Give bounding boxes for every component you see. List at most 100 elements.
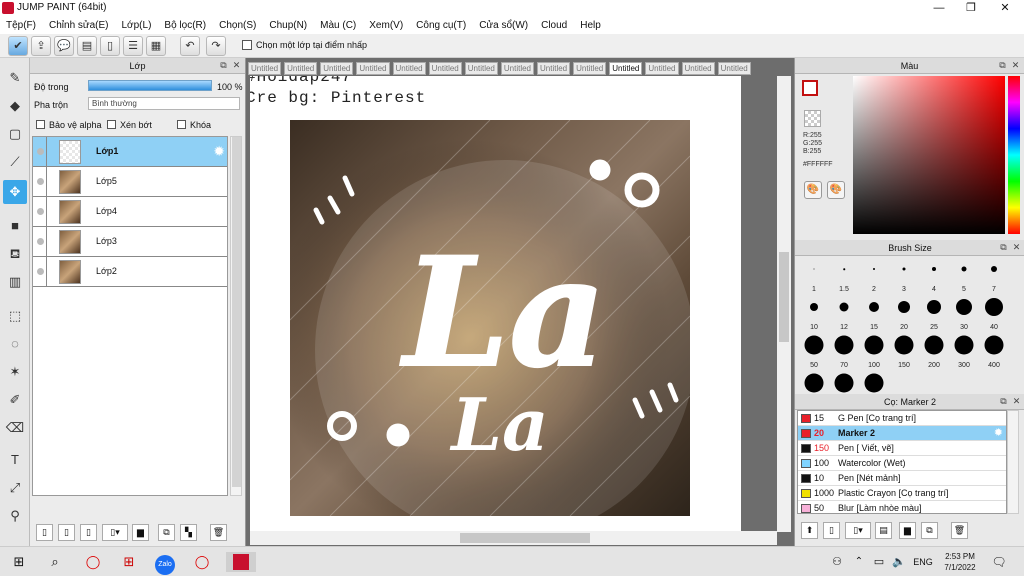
clipping-checkbox[interactable] xyxy=(107,120,116,129)
gear-icon[interactable]: ✹ xyxy=(213,143,225,160)
brush-size-cell[interactable]: 70 xyxy=(829,334,859,372)
panel-float-icon[interactable]: ⧉ xyxy=(997,60,1008,71)
layer-row[interactable]: Lớp2 xyxy=(33,257,227,287)
lasso-select-icon[interactable]: ◌ xyxy=(3,332,27,356)
tray-arrow-icon[interactable]: ⌃ xyxy=(848,552,870,572)
document-tab-active[interactable]: Untitled xyxy=(609,61,643,75)
visibility-icon[interactable] xyxy=(37,238,44,245)
opera-browser-icon[interactable]: ◯ xyxy=(191,552,213,572)
palette-icon[interactable]: 🎨 xyxy=(804,181,822,199)
menu-color[interactable]: Màu (C) xyxy=(320,20,356,31)
brush-page-icon[interactable]: ▯ xyxy=(823,522,840,539)
brush-size-cell[interactable]: 1.5 xyxy=(829,258,859,296)
new-raster-layer-icon[interactable]: ▯ xyxy=(58,524,75,541)
document-tab[interactable]: Untitled xyxy=(356,61,390,75)
page-icon[interactable]: ▯ xyxy=(100,36,120,56)
layer-row[interactable]: Lớp5 xyxy=(33,167,227,197)
brush-size-cell[interactable]: 150 xyxy=(889,334,919,372)
brush-size-cell[interactable]: 2 xyxy=(859,258,889,296)
transparent-color-swatch[interactable] xyxy=(804,110,821,127)
marker-row[interactable]: 10 Pen [Nét mảnh] xyxy=(798,471,1006,486)
menu-window[interactable]: Cửa sổ(W) xyxy=(479,20,528,31)
canvas-vertical-scrollbar[interactable] xyxy=(777,76,791,532)
gradient-tool-icon[interactable]: ▥ xyxy=(3,270,27,294)
brush-size-cell[interactable]: 200 xyxy=(919,334,949,372)
document-tab[interactable]: Untitled xyxy=(464,61,498,75)
opacity-slider[interactable] xyxy=(88,80,212,91)
redo-icon[interactable]: ↷ xyxy=(206,36,226,56)
rect-select-icon[interactable]: ⬚ xyxy=(3,304,27,328)
app-icon[interactable]: ⊞ xyxy=(118,552,140,572)
lock-checkbox[interactable] xyxy=(177,120,186,129)
layer-scrollbar[interactable] xyxy=(230,136,242,496)
folder-icon[interactable]: ▆ xyxy=(899,522,916,539)
jump-paint-icon[interactable] xyxy=(226,552,256,572)
brush-size-cell[interactable]: 40 xyxy=(979,296,1009,334)
select-pen-icon[interactable]: ✐ xyxy=(3,388,27,412)
undo-icon[interactable]: ↶ xyxy=(180,36,200,56)
visibility-icon[interactable] xyxy=(37,148,44,155)
network-icon[interactable]: ▭ xyxy=(868,552,890,572)
foreground-color-swatch[interactable] xyxy=(802,80,818,96)
trash-icon[interactable]: 🗑 xyxy=(210,524,227,541)
close-button[interactable]: ✕ xyxy=(988,0,1022,16)
merge-layer-icon[interactable]: ▚ xyxy=(180,524,197,541)
comment-icon[interactable]: 💬 xyxy=(54,36,74,56)
notification-icon[interactable]: 🗨 xyxy=(988,552,1010,572)
marker-row[interactable]: 100 Watercolor (Wet) xyxy=(798,456,1006,471)
add-brush-icon[interactable]: ⬆ xyxy=(801,522,818,539)
brush-size-cell[interactable]: 300 xyxy=(949,334,979,372)
new-text-layer-icon[interactable]: ▯ xyxy=(80,524,97,541)
document-tab[interactable]: Untitled xyxy=(392,61,426,75)
grid-icon[interactable]: ▦ xyxy=(146,36,166,56)
brush-size-cell[interactable]: 4 xyxy=(919,258,949,296)
dropper-tool-icon[interactable]: ⚲ xyxy=(3,504,27,528)
panel-float-icon[interactable]: ⧉ xyxy=(218,60,229,71)
transform-tool-icon[interactable]: ⤢ xyxy=(3,476,27,500)
language-indicator[interactable]: ENG xyxy=(910,552,936,572)
marker-row[interactable]: 150 Pen [ Viết, vẽ] xyxy=(798,441,1006,456)
menu-tools[interactable]: Công cụ(T) xyxy=(416,20,466,31)
gear-icon[interactable]: ✹ xyxy=(994,426,1003,440)
bucket-tool-icon[interactable]: ⛾ xyxy=(3,242,27,266)
marker-scrollbar[interactable] xyxy=(1007,410,1019,514)
marker-row[interactable]: 1000 Plastic Crayon [Cọ trang trí] xyxy=(798,486,1006,501)
document-tab[interactable]: Untitled xyxy=(645,61,679,75)
list-icon[interactable]: ☰ xyxy=(123,36,143,56)
marker-row-selected[interactable]: 20 Marker 2 ✹ xyxy=(798,426,1006,441)
brush-size-cell[interactable]: 3 xyxy=(889,258,919,296)
text-tool-icon[interactable]: T xyxy=(3,448,27,472)
menu-edit[interactable]: Chỉnh sửa(E) xyxy=(49,20,109,31)
select-layer-checkbox[interactable] xyxy=(242,40,252,50)
document-tab[interactable]: Untitled xyxy=(428,61,462,75)
menu-capture[interactable]: Chup(N) xyxy=(269,20,307,31)
duplicate-icon[interactable]: ⧉ xyxy=(921,522,938,539)
blend-mode-select[interactable]: Bình thường xyxy=(88,97,240,110)
fill-rect-tool-icon[interactable]: ■ xyxy=(3,214,27,238)
brush-size-cell[interactable]: 25 xyxy=(919,296,949,334)
palette-edit-icon[interactable]: 🎨 xyxy=(827,181,845,199)
menu-layer[interactable]: Lớp(L) xyxy=(122,20,152,31)
duplicate-layer-icon[interactable]: ⧉ xyxy=(158,524,175,541)
visibility-icon[interactable] xyxy=(37,178,44,185)
panel-float-icon[interactable]: ⧉ xyxy=(998,396,1009,407)
people-icon[interactable]: ⚇ xyxy=(826,552,848,572)
visibility-icon[interactable] xyxy=(37,208,44,215)
document-tab[interactable]: Untitled xyxy=(500,61,534,75)
brush-size-cell[interactable]: 20 xyxy=(889,296,919,334)
menu-select[interactable]: Chọn(S) xyxy=(219,20,256,31)
color-hue-slider[interactable] xyxy=(1008,76,1020,234)
line-tool-icon[interactable]: ⟋ xyxy=(3,150,27,174)
brush-size-cell[interactable]: 10 xyxy=(799,296,829,334)
layer-row[interactable]: Lớp4 xyxy=(33,197,227,227)
message-icon[interactable]: ▤ xyxy=(77,36,97,56)
protect-alpha-checkbox[interactable] xyxy=(36,120,45,129)
color-saturation-value-picker[interactable] xyxy=(853,76,1005,234)
folder-icon[interactable]: ▆ xyxy=(132,524,149,541)
move-tool-icon[interactable]: ✥ xyxy=(3,180,27,204)
document-tab[interactable]: Untitled xyxy=(573,61,607,75)
brush-size-cell[interactable]: 100 xyxy=(859,334,889,372)
document-tab[interactable]: Untitled xyxy=(537,61,571,75)
layer-row[interactable]: Lớp3 xyxy=(33,227,227,257)
menu-help[interactable]: Help xyxy=(580,20,601,31)
